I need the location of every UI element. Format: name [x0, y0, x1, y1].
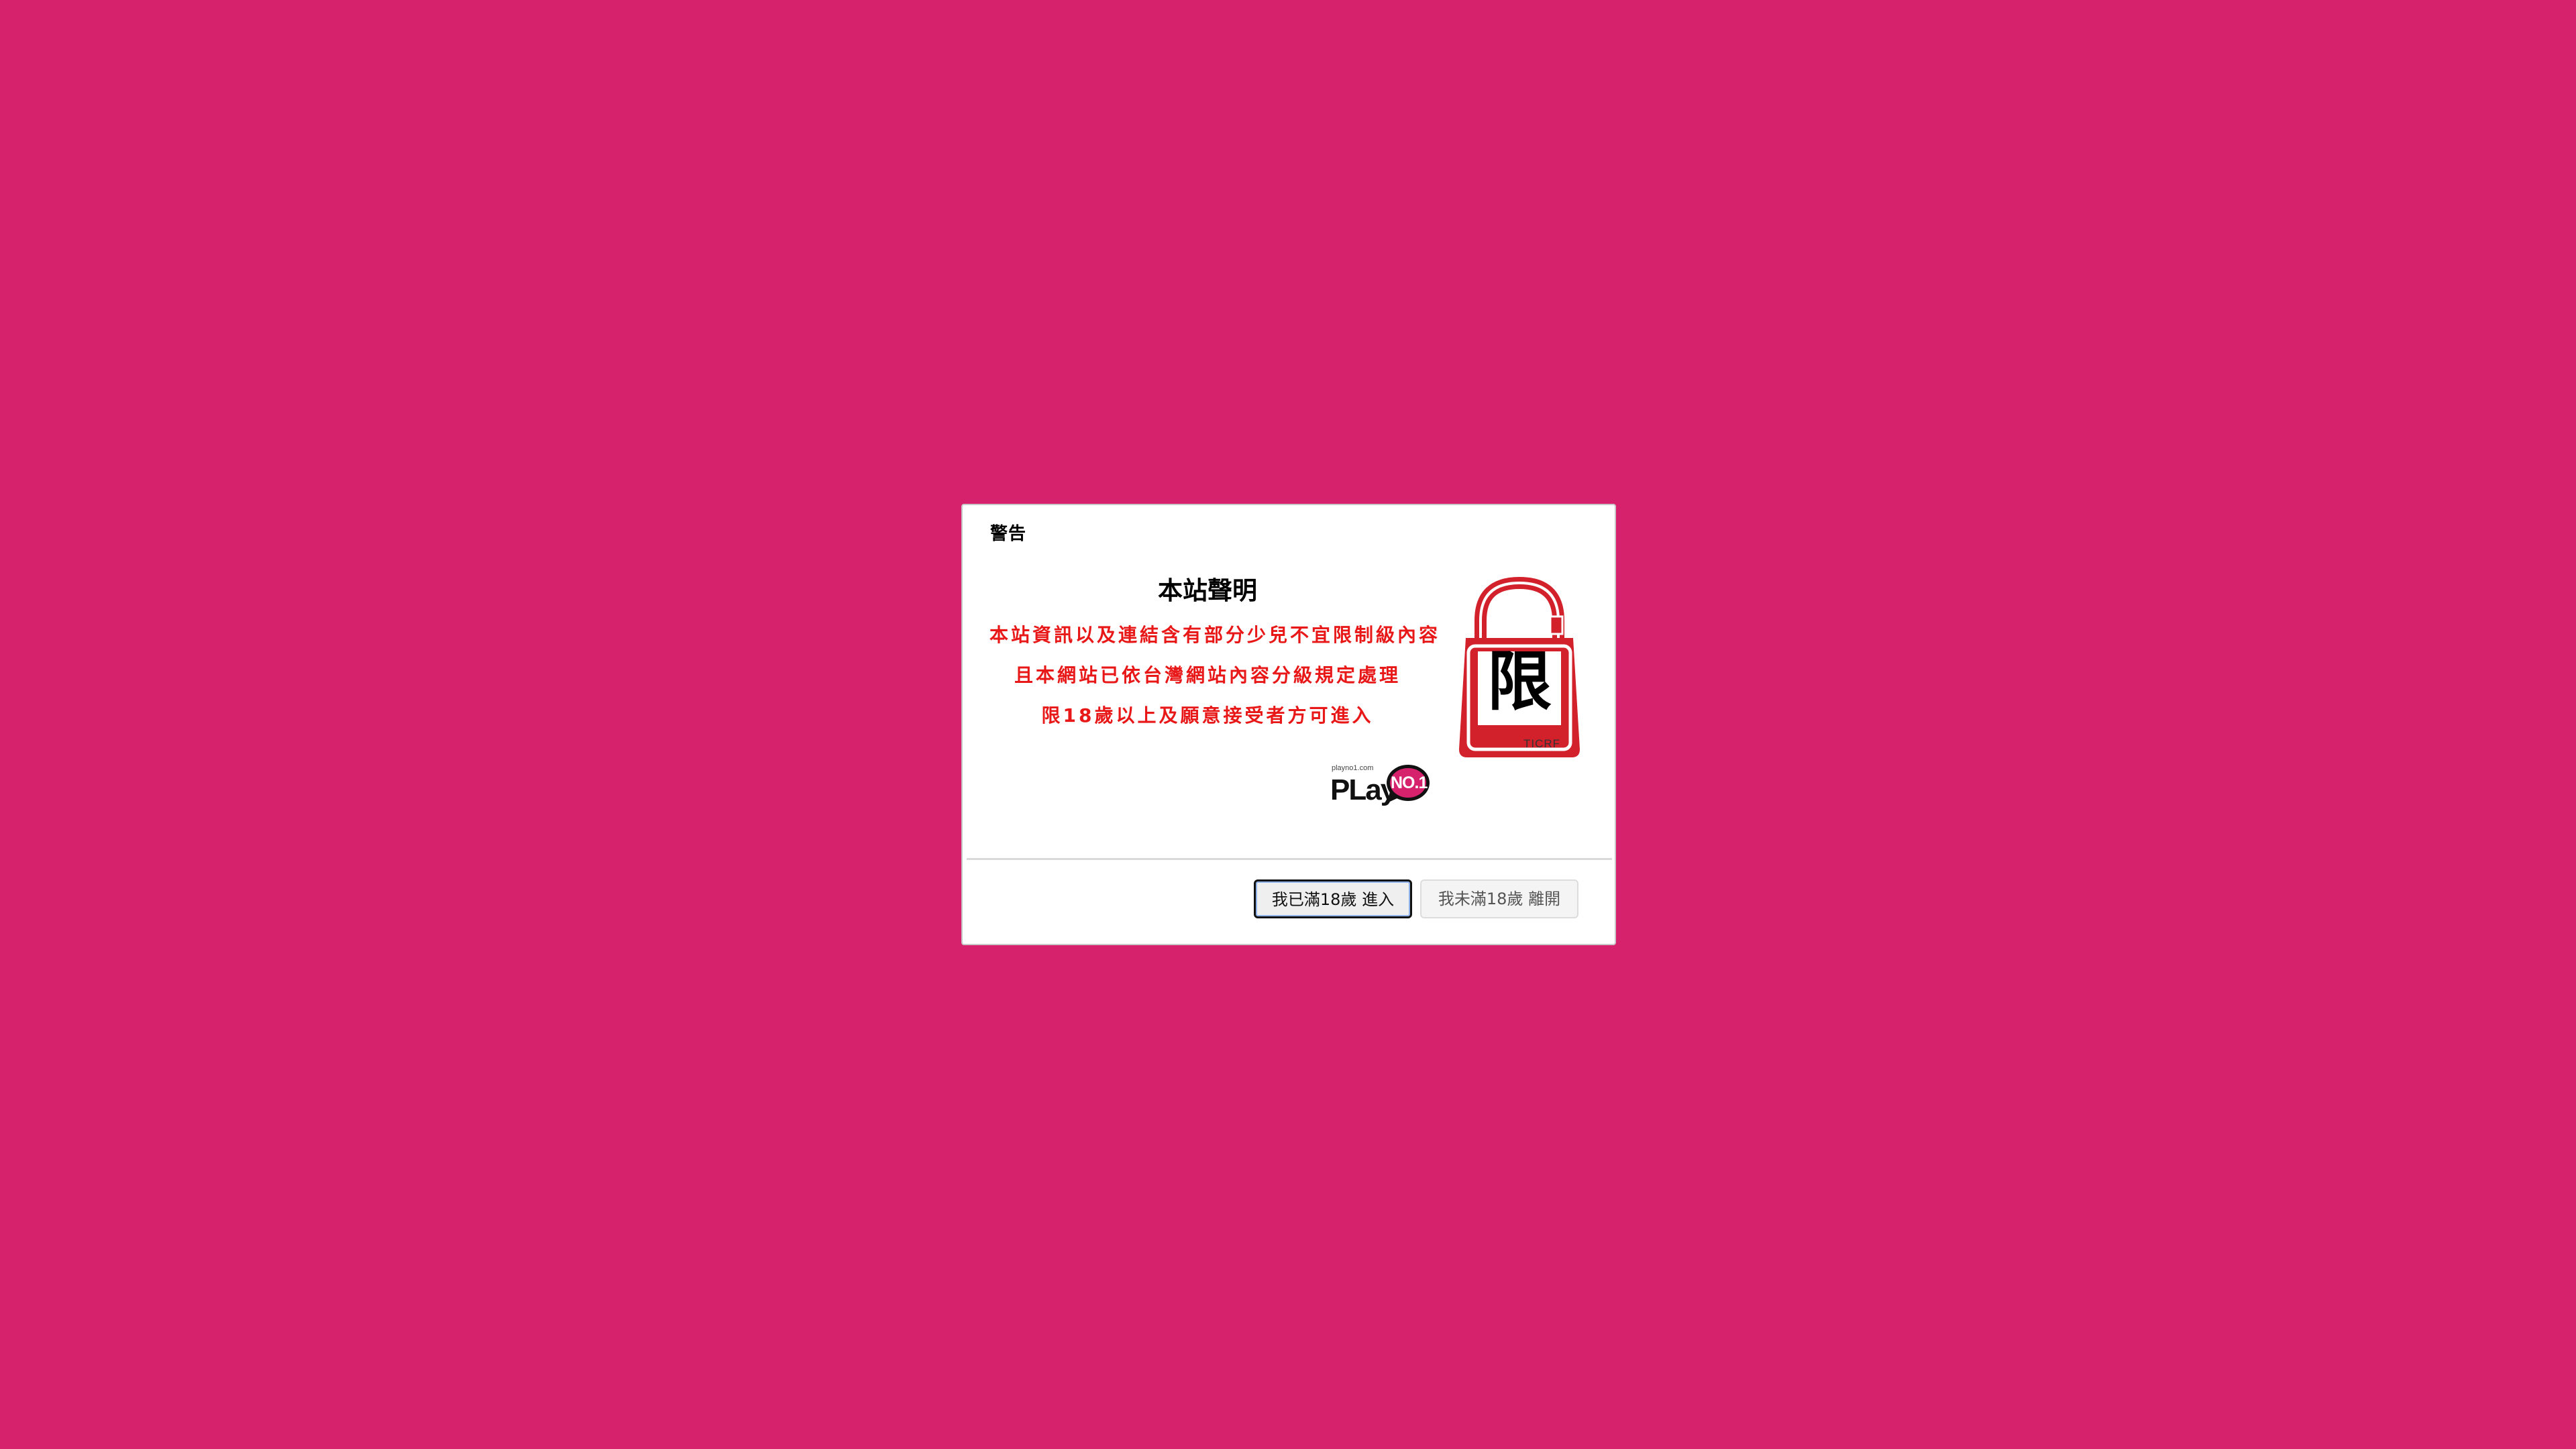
playno1-logo: playno1.com PLay NO.1 — [1330, 763, 1431, 811]
rating-label: TICRF — [1523, 737, 1561, 750]
enter-button[interactable]: 我已滿18歲 進入 — [1254, 879, 1412, 918]
statement-heading: 本站聲明 — [1158, 576, 1257, 605]
warning-line-3: 限18歲以上及願意接受者方可進入 — [1041, 704, 1374, 727]
warning-line-1: 本站資訊以及連結含有部分少兒不宜限制級內容 — [989, 624, 1441, 646]
dialog-content: 本站聲明 本站資訊以及連結含有部分少兒不宜限制級內容 且本網站已依台灣網站內容分… — [989, 575, 1441, 744]
padlock-restricted-icon: 限 TICRF — [1459, 572, 1580, 761]
dialog-title: 警告 — [990, 524, 1027, 544]
warning-line-2: 且本網站已依台灣網站內容分級規定處理 — [1014, 664, 1401, 686]
restricted-character: 限 — [1487, 644, 1552, 719]
age-verification-dialog: 警告 本站聲明 本站資訊以及連結含有部分少兒不宜限制級內容 且本網站已依台灣網站… — [961, 504, 1616, 945]
leave-button[interactable]: 我未滿18歲 離開 — [1420, 879, 1578, 918]
dialog-divider — [967, 858, 1612, 860]
logo-domain-text: playno1.com — [1332, 764, 1374, 772]
logo-no1-text: NO.1 — [1391, 773, 1428, 792]
